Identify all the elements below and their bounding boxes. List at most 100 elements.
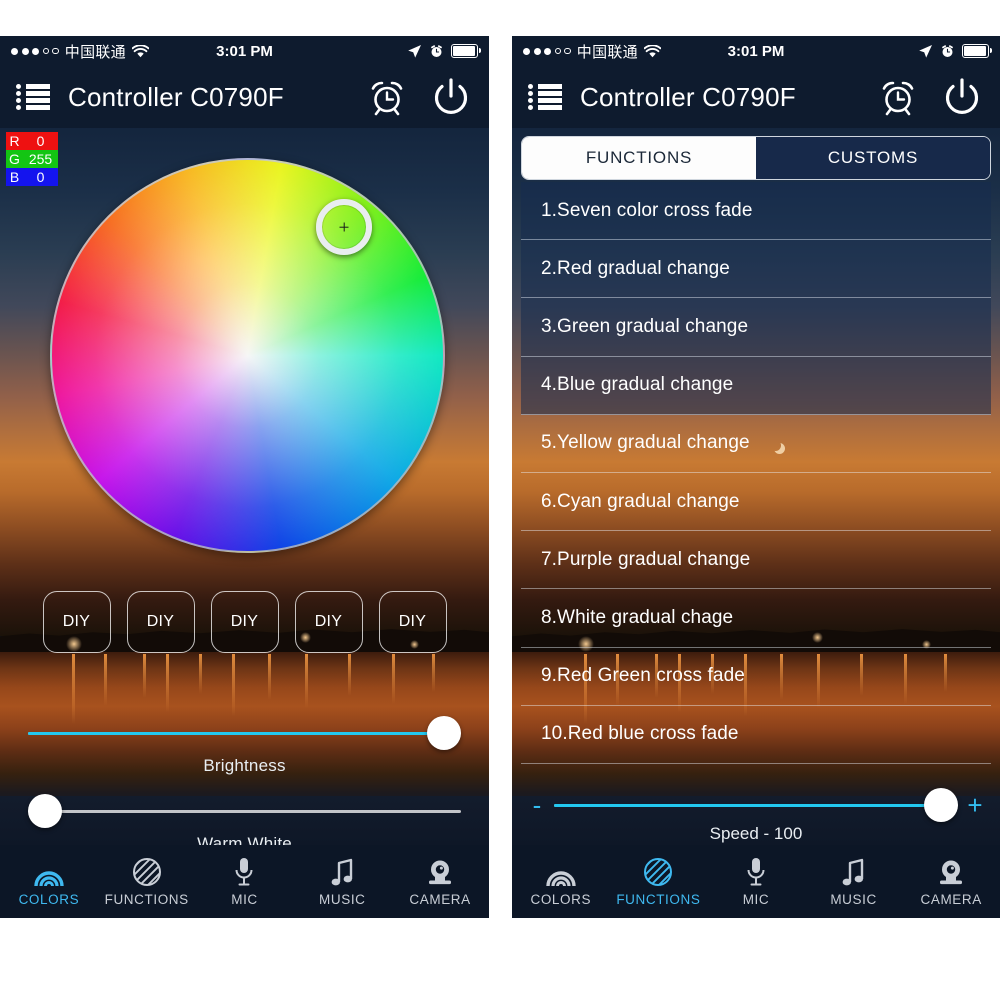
tab-mic[interactable]: MIC: [196, 857, 294, 907]
list-item[interactable]: 2.Red gradual change: [521, 240, 991, 299]
list-item[interactable]: 6.Cyan gradual change: [521, 473, 991, 532]
crosshair-icon: [340, 223, 349, 232]
speed-knob[interactable]: [924, 788, 958, 822]
segment-customs[interactable]: CUSTOMS: [756, 137, 990, 179]
signal-strength-icon: [523, 47, 571, 55]
alarm-clock-icon[interactable]: [367, 77, 407, 117]
striped-circle-icon: [132, 857, 162, 887]
tab-music-label: MUSIC: [319, 891, 366, 907]
battery-icon: [451, 44, 482, 58]
power-icon[interactable]: [940, 75, 984, 119]
microphone-icon: [233, 857, 255, 887]
color-wheel-shading: [50, 158, 445, 553]
tab-mic[interactable]: MIC: [707, 857, 805, 907]
tab-music[interactable]: MUSIC: [293, 857, 391, 907]
rgb-blue-value: 0: [36, 169, 45, 185]
tab-camera[interactable]: CAMERA: [391, 857, 489, 907]
tab-colors-label: COLORS: [530, 891, 592, 907]
tab-functions[interactable]: FUNCTIONS: [98, 857, 196, 907]
rgb-blue-label: B: [9, 169, 20, 185]
rgb-blue-row: B 0: [6, 168, 58, 186]
rgb-green-value: 255: [28, 151, 53, 167]
tab-music[interactable]: MUSIC: [805, 857, 903, 907]
tab-colors[interactable]: COLORS: [0, 857, 98, 907]
brightness-fill: [28, 731, 444, 735]
tab-colors[interactable]: COLORS: [512, 857, 610, 907]
tab-functions-label: FUNCTIONS: [616, 891, 701, 907]
rgb-green-row: G 255: [6, 150, 58, 168]
wifi-icon: [643, 44, 661, 58]
camera-icon: [937, 857, 965, 887]
warm-white-track: [28, 809, 461, 813]
screenshot-root: 中国联通 3:01 PM Controller C0790F R 0 G 255…: [0, 0, 1000, 1000]
nav-bar: Controller C0790F: [512, 66, 1000, 128]
music-note-icon: [841, 857, 866, 887]
tab-music-label: MUSIC: [830, 891, 877, 907]
list-menu-icon[interactable]: [528, 84, 562, 110]
list-menu-icon[interactable]: [16, 84, 50, 110]
warm-white-slider[interactable]: [28, 794, 461, 828]
rgb-red-label: R: [9, 133, 20, 149]
rgb-green-label: G: [9, 151, 20, 167]
function-list[interactable]: 1.Seven color cross fade 2.Red gradual c…: [521, 182, 991, 788]
status-bar: 中国联通 3:01 PM: [0, 36, 489, 66]
rainbow-icon: [545, 857, 577, 887]
wifi-icon: [131, 44, 149, 58]
list-item[interactable]: 7.Purple gradual change: [521, 531, 991, 590]
nav-bar: Controller C0790F: [0, 66, 489, 128]
status-bar: 中国联通 3:01 PM: [512, 36, 1000, 66]
tab-mic-label: MIC: [231, 891, 258, 907]
list-item[interactable]: 10.Red blue cross fade: [521, 706, 991, 764]
speed-slider[interactable]: [554, 788, 958, 822]
diy-preset-row: DIY DIY DIY DIY DIY: [0, 591, 489, 653]
music-note-icon: [330, 857, 355, 887]
diy-button-3[interactable]: DIY: [210, 591, 279, 653]
phone-screen-colors: 中国联通 3:01 PM Controller C0790F R 0 G 255…: [0, 36, 489, 918]
phone-screen-functions: 中国联通 3:01 PM Controller C0790F FUNCTIONS…: [512, 36, 1000, 918]
brightness-knob[interactable]: [427, 716, 461, 750]
rgb-red-value: 0: [36, 133, 45, 149]
speed-slider-block: - + Speed - 100: [512, 788, 1000, 845]
diy-button-4[interactable]: DIY: [294, 591, 363, 653]
list-item[interactable]: 4.Blue gradual change: [521, 356, 991, 415]
tab-functions-label: FUNCTIONS: [104, 891, 189, 907]
list-item[interactable]: 3.Green gradual change: [521, 298, 991, 357]
alarm-clock-icon: [430, 44, 443, 58]
segment-functions[interactable]: FUNCTIONS: [522, 137, 756, 179]
color-wheel[interactable]: [50, 158, 445, 553]
page-title: Controller C0790F: [68, 81, 284, 112]
speed-label: Speed - 100: [709, 824, 803, 843]
tab-mic-label: MIC: [742, 891, 770, 907]
brightness-slider[interactable]: [28, 716, 461, 750]
tab-camera-label: CAMERA: [409, 891, 471, 907]
brightness-slider-block: Brightness: [0, 716, 489, 776]
power-icon[interactable]: [429, 75, 473, 119]
brightness-label: Brightness: [203, 756, 286, 775]
list-item[interactable]: 9.Red Green cross fade: [521, 648, 991, 706]
speed-fill: [554, 803, 941, 807]
tab-colors-label: COLORS: [18, 891, 80, 907]
tab-camera[interactable]: CAMERA: [902, 857, 1000, 907]
rgb-readout: R 0 G 255 B 0: [6, 132, 58, 186]
diy-button-5[interactable]: DIY: [378, 591, 447, 653]
carrier-name: 中国联通: [64, 43, 126, 61]
diy-button-1[interactable]: DIY: [42, 591, 111, 653]
tab-camera-label: CAMERA: [920, 891, 982, 907]
microphone-icon: [745, 857, 767, 887]
speed-increase-button[interactable]: +: [964, 792, 986, 818]
warm-white-knob[interactable]: [28, 794, 62, 828]
speed-decrease-button[interactable]: -: [526, 792, 548, 818]
page-title: Controller C0790F: [580, 81, 796, 112]
bottom-tab-bar: COLORS FUNCTIONS MIC MUSIC CAMERA: [512, 845, 1000, 918]
list-item[interactable]: 8.White gradual chage: [521, 589, 991, 648]
location-arrow-icon: [407, 44, 422, 59]
list-item[interactable]: 1.Seven color cross fade: [521, 182, 991, 241]
diy-button-2[interactable]: DIY: [126, 591, 195, 653]
alarm-clock-icon[interactable]: [878, 77, 918, 117]
camera-icon: [426, 857, 454, 887]
tab-functions[interactable]: FUNCTIONS: [610, 857, 708, 907]
list-item[interactable]: 5.Yellow gradual change: [521, 415, 991, 473]
striped-circle-icon: [643, 857, 673, 887]
alarm-clock-icon: [941, 44, 954, 58]
rgb-red-row: R 0: [6, 132, 58, 150]
